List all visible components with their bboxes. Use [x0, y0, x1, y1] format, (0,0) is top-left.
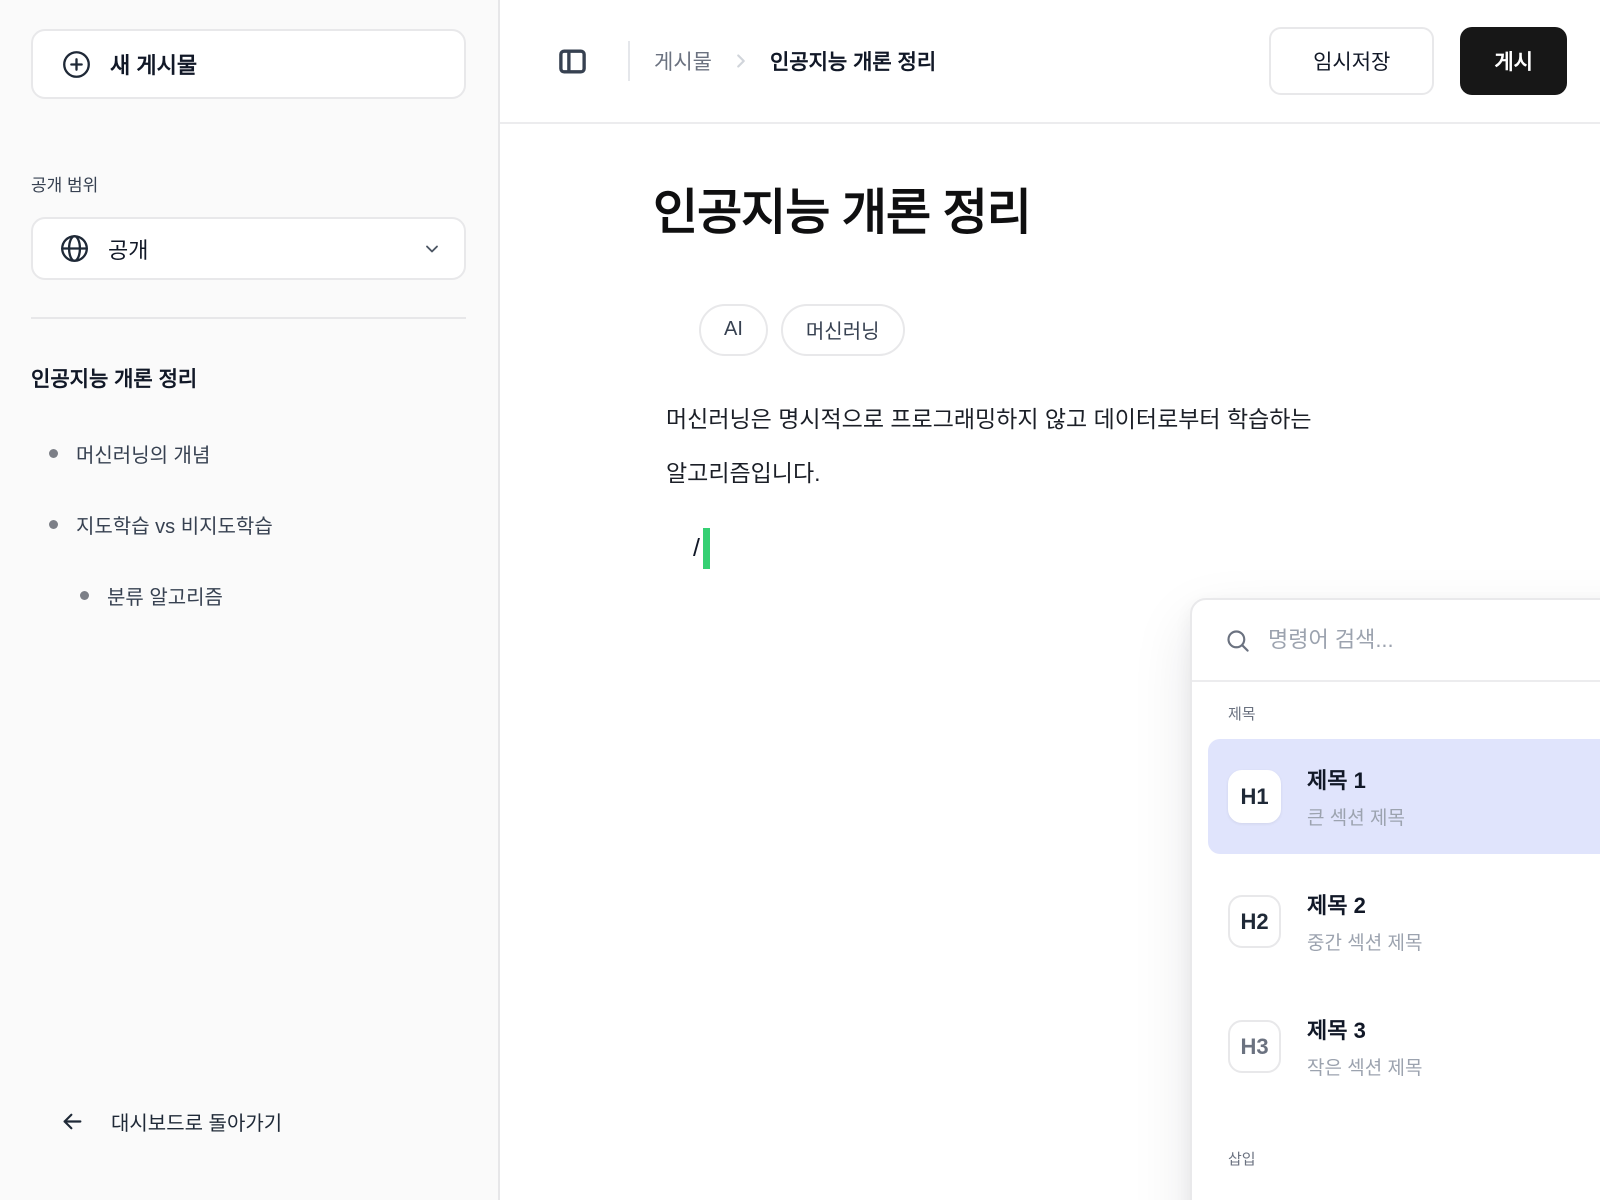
- editor-content: 인공지능 개론 정리 AI 머신러닝 머신러닝은 명시적으로 프로그래밍하지 않…: [500, 124, 1600, 572]
- menu-item-title: 제목 3: [1307, 1013, 1422, 1045]
- outline-title: 인공지능 개론 정리: [31, 363, 466, 393]
- sidebar-divider: [31, 317, 466, 319]
- new-post-button[interactable]: 새 게시물: [31, 29, 466, 99]
- menu-item-heading1[interactable]: H1 제목 1 큰 섹션 제목: [1208, 739, 1600, 854]
- h3-badge-icon: H3: [1228, 1020, 1281, 1073]
- tag-badge[interactable]: 머신러닝: [781, 304, 905, 356]
- bullet-icon: [80, 591, 89, 600]
- new-post-label: 새 게시물: [110, 48, 197, 80]
- slash-character: /: [693, 534, 700, 563]
- outline-item-label: 지도학습 vs 비지도학습: [76, 510, 273, 539]
- back-to-dashboard-link[interactable]: 대시보드로 돌아가기: [31, 1107, 466, 1136]
- chevron-right-icon: [730, 50, 752, 72]
- menu-section-headings: 제목: [1192, 682, 1600, 739]
- h1-badge-icon: H1: [1228, 770, 1281, 823]
- outline-item[interactable]: 머신러닝의 개념: [31, 439, 466, 468]
- paragraph-line: 알고리즘입니다.: [666, 446, 1600, 500]
- outline-item[interactable]: 분류 알고리즘: [31, 581, 466, 610]
- command-search-row: [1192, 600, 1600, 682]
- main-area: 게시물 인공지능 개론 정리 임시저장 게시 인공지능 개론 정리 AI 머신러…: [500, 0, 1600, 1200]
- outline-list: 머신러닝의 개념 지도학습 vs 비지도학습 분류 알고리즘: [31, 439, 466, 652]
- body-paragraph[interactable]: 머신러닝은 명시적으로 프로그래밍하지 않고 데이터로부터 학습하는 알고리즘입…: [666, 392, 1600, 500]
- visibility-value: 공개: [108, 233, 148, 265]
- tag-badge[interactable]: AI: [699, 304, 768, 356]
- sidebar: 새 게시물 공개 범위 공개 인공지능 개론 정리 머신러닝의 개념 지도학습 …: [0, 0, 500, 1200]
- topbar-divider: [628, 41, 630, 81]
- save-draft-button[interactable]: 임시저장: [1269, 27, 1434, 95]
- outline-item[interactable]: 지도학습 vs 비지도학습: [31, 510, 466, 539]
- visibility-label: 공개 범위: [31, 171, 466, 196]
- bullet-icon: [49, 520, 58, 529]
- menu-section-insert: 삽입: [1192, 1114, 1600, 1184]
- menu-item-subtitle: 중간 섹션 제목: [1307, 928, 1422, 955]
- post-title[interactable]: 인공지능 개론 정리: [653, 182, 1600, 246]
- menu-item-heading3[interactable]: H3 제목 3 작은 섹션 제목: [1208, 989, 1600, 1104]
- chevron-down-icon: [422, 239, 442, 259]
- breadcrumb-section[interactable]: 게시물: [654, 46, 712, 76]
- outline-item-label: 머신러닝의 개념: [76, 439, 210, 468]
- menu-item-heading2[interactable]: H2 제목 2 중간 섹션 제목: [1208, 864, 1600, 979]
- text-caret: [703, 528, 710, 569]
- sidebar-toggle-button[interactable]: [556, 44, 590, 78]
- menu-item-subtitle: 작은 섹션 제목: [1307, 1053, 1422, 1080]
- menu-item-title: 제목 1: [1307, 763, 1405, 795]
- slash-command-menu: 제목 H1 제목 1 큰 섹션 제목 H2 제목 2 중간 섹션 제목 H3 제…: [1190, 598, 1600, 1200]
- menu-item-subtitle: 큰 섹션 제목: [1307, 803, 1405, 830]
- outline-item-label: 분류 알고리즘: [107, 581, 223, 610]
- arrow-left-icon: [59, 1108, 86, 1135]
- h2-badge-icon: H2: [1228, 895, 1281, 948]
- paragraph-line: 머신러닝은 명시적으로 프로그래밍하지 않고 데이터로부터 학습하는: [666, 392, 1600, 446]
- slash-command-row[interactable]: /: [693, 526, 1600, 572]
- globe-icon: [59, 233, 90, 264]
- bullet-icon: [49, 449, 58, 458]
- visibility-select[interactable]: 공개: [31, 217, 466, 280]
- back-link-label: 대시보드로 돌아가기: [111, 1107, 282, 1136]
- breadcrumb-current: 인공지능 개론 정리: [770, 46, 936, 76]
- topbar: 게시물 인공지능 개론 정리 임시저장 게시: [500, 0, 1600, 124]
- plus-circle-icon: [61, 49, 92, 80]
- tags-row: AI 머신러닝: [699, 304, 1600, 356]
- menu-item-title: 제목 2: [1307, 888, 1422, 920]
- publish-button[interactable]: 게시: [1460, 27, 1567, 95]
- search-icon: [1224, 627, 1251, 654]
- command-search-input[interactable]: [1268, 627, 1600, 653]
